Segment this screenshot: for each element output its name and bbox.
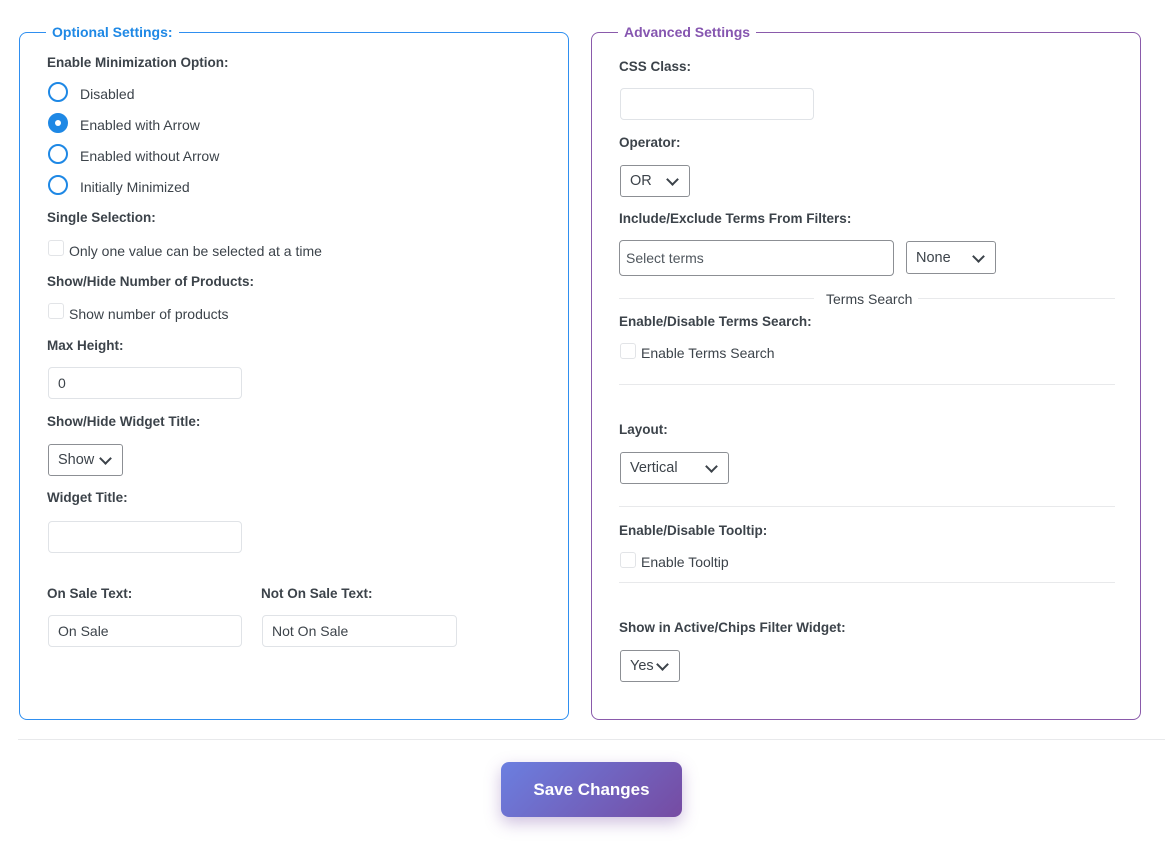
radio-disabled[interactable] — [48, 82, 68, 102]
optional-settings-panel: Optional Settings: Enable Minimization O… — [19, 22, 569, 720]
terms-search-label: Enable/Disable Terms Search: — [619, 314, 812, 329]
show-products-label: Show/Hide Number of Products: — [47, 274, 255, 289]
terms-label: Include/Exclude Terms From Filters: — [619, 211, 852, 226]
max-height-label: Max Height: — [47, 338, 124, 353]
terms-select-input[interactable]: Select terms — [619, 240, 894, 276]
section-divider — [619, 506, 1115, 507]
chevron-down-icon — [705, 460, 718, 473]
chips-select[interactable]: Yes — [620, 650, 680, 682]
chips-label: Show in Active/Chips Filter Widget: — [619, 620, 846, 635]
advanced-settings-legend: Advanced Settings — [618, 22, 757, 42]
operator-value: OR — [630, 173, 652, 189]
section-divider — [619, 384, 1115, 385]
chevron-down-icon — [656, 658, 669, 671]
not-on-sale-input[interactable]: Not On Sale — [262, 615, 457, 647]
widget-title-label: Widget Title: — [47, 490, 128, 505]
radio-enabled-with-arrow-label: Enabled with Arrow — [80, 117, 200, 133]
footer-divider — [18, 739, 1165, 740]
radio-enabled-without-arrow[interactable] — [48, 144, 68, 164]
terms-mode-select[interactable]: None — [906, 241, 996, 274]
chevron-down-icon — [99, 452, 112, 465]
css-class-label: CSS Class: — [619, 59, 692, 74]
radio-disabled-label: Disabled — [80, 86, 135, 102]
radio-enabled-with-arrow[interactable] — [48, 113, 68, 133]
section-divider — [619, 582, 1115, 583]
chips-value: Yes — [630, 658, 654, 674]
terms-search-divider-title: Terms Search — [826, 291, 913, 307]
save-changes-button[interactable]: Save Changes — [501, 762, 682, 817]
divider-left — [619, 298, 814, 299]
single-selection-checkbox[interactable] — [48, 240, 64, 256]
layout-value: Vertical — [630, 460, 678, 476]
on-sale-input[interactable]: On Sale — [48, 615, 242, 647]
operator-label: Operator: — [619, 135, 681, 150]
chevron-down-icon — [972, 249, 985, 263]
radio-initially-minimized[interactable] — [48, 175, 68, 195]
layout-select[interactable]: Vertical — [620, 452, 729, 484]
single-selection-checkbox-label: Only one value can be selected at a time — [69, 243, 322, 259]
max-height-input[interactable]: 0 — [48, 367, 242, 399]
optional-settings-legend: Optional Settings: — [46, 22, 179, 42]
widget-title-input[interactable] — [48, 521, 242, 553]
single-selection-label: Single Selection: — [47, 210, 156, 225]
chevron-down-icon — [666, 173, 679, 186]
terms-search-checkbox[interactable] — [620, 343, 636, 359]
show-products-checkbox[interactable] — [48, 303, 64, 319]
not-on-sale-label: Not On Sale Text: — [261, 586, 373, 601]
layout-label: Layout: — [619, 422, 668, 437]
css-class-input[interactable] — [620, 88, 814, 120]
widget-title-toggle-label: Show/Hide Widget Title: — [47, 414, 201, 429]
terms-search-checkbox-label: Enable Terms Search — [641, 345, 775, 361]
operator-select[interactable]: OR — [620, 165, 690, 197]
show-products-checkbox-label: Show number of products — [69, 306, 229, 322]
radio-enabled-without-arrow-label: Enabled without Arrow — [80, 148, 220, 164]
minimization-label: Enable Minimization Option: — [47, 55, 229, 70]
radio-initially-minimized-label: Initially Minimized — [80, 179, 190, 195]
tooltip-checkbox-label: Enable Tooltip — [641, 554, 729, 570]
widget-title-toggle-value: Show — [58, 452, 95, 468]
tooltip-checkbox[interactable] — [620, 552, 636, 568]
tooltip-label: Enable/Disable Tooltip: — [619, 523, 768, 538]
on-sale-label: On Sale Text: — [47, 586, 133, 601]
divider-right — [918, 298, 1115, 299]
widget-title-toggle-select[interactable]: Show — [48, 444, 123, 476]
terms-mode-value: None — [916, 249, 951, 266]
advanced-settings-panel: Advanced Settings CSS Class: Operator: O… — [591, 22, 1141, 720]
